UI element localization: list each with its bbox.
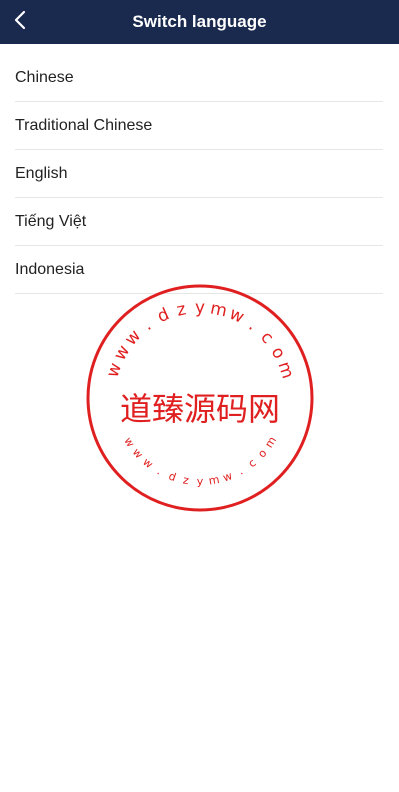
- watermark-char: d: [167, 470, 178, 485]
- watermark-char: d: [154, 304, 172, 327]
- watermark-lower-text: www. d z y m w .com: [121, 434, 279, 488]
- language-option-indonesia[interactable]: Indonesia: [15, 246, 383, 294]
- watermark-char: w: [110, 342, 134, 364]
- watermark-char: c: [246, 456, 259, 470]
- watermark-char: z: [182, 473, 190, 487]
- language-option-english[interactable]: English: [15, 150, 383, 198]
- top-nav-bar: Switch language: [0, 0, 399, 44]
- app-screen: Switch language Chinese Traditional Chin…: [0, 0, 399, 792]
- watermark-char: w: [221, 469, 234, 484]
- watermark-char: o: [255, 446, 269, 460]
- language-option-chinese[interactable]: Chinese: [15, 54, 383, 102]
- watermark-char: m: [209, 298, 229, 321]
- language-list: Chinese Traditional Chinese English Tiến…: [15, 54, 383, 294]
- watermark-char: .: [139, 316, 155, 335]
- watermark-char: .: [245, 316, 261, 335]
- watermark-center-text: 道臻源码网: [120, 390, 280, 428]
- watermark-char: y: [195, 298, 205, 318]
- watermark-char: w: [130, 446, 146, 461]
- watermark-char: o: [267, 343, 290, 362]
- watermark-char: c: [256, 328, 277, 348]
- watermark-char: .: [155, 465, 164, 478]
- watermark-char: m: [274, 359, 298, 381]
- watermark-char: w: [140, 455, 155, 471]
- language-option-vietnamese[interactable]: Tiếng Việt: [15, 198, 383, 246]
- language-option-traditional-chinese[interactable]: Traditional Chinese: [15, 102, 383, 150]
- watermark-char: m: [208, 473, 221, 488]
- watermark-seal: 道臻源码网 www. d z y mw.com www. d z y m w .com: [86, 284, 314, 512]
- watermark-char: m: [262, 434, 279, 450]
- watermark-char: w: [121, 435, 137, 450]
- watermark-char: w: [121, 326, 145, 350]
- watermark-upper-text: www. d z y mw.com: [103, 298, 298, 381]
- watermark-char: z: [175, 299, 188, 320]
- watermark-char: .: [236, 465, 245, 478]
- page-title: Switch language: [132, 12, 267, 31]
- watermark-char: w: [226, 304, 247, 328]
- watermark-char: w: [103, 360, 126, 379]
- watermark-ring: [86, 284, 314, 512]
- watermark-char: y: [197, 475, 204, 488]
